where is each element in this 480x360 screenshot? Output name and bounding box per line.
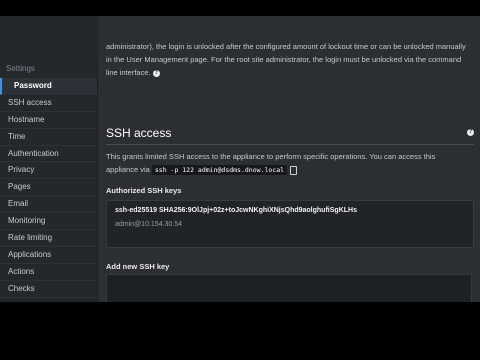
sidebar-item-pages[interactable]: Pages <box>0 179 97 197</box>
ssh-key-user: admin@10.154.30.54 <box>115 221 183 228</box>
add-key-label: Add new SSH key <box>106 262 170 271</box>
sidebar-item-password[interactable]: Password <box>0 78 97 95</box>
letterbox-top <box>0 0 480 16</box>
ssh-key-fingerprint: ssh-ed25519 SHA256:9OlJpj+02z+toJcwNKghi… <box>115 207 357 214</box>
sidebar-item-monitoring[interactable]: Monitoring <box>0 213 97 231</box>
letterbox-bottom <box>0 302 480 360</box>
sidebar-item-email[interactable]: Email <box>0 196 97 214</box>
settings-content: administrator), the login is unlocked af… <box>98 16 480 316</box>
sidebar-nav: Password SSH access Hostname Time Authen… <box>0 78 97 315</box>
sidebar-item-time[interactable]: Time <box>0 129 97 146</box>
section-divider <box>106 144 474 145</box>
sidebar-item-hostname[interactable]: Hostname <box>0 112 97 129</box>
password-intro: administrator), the login is unlocked af… <box>106 40 472 79</box>
help-icon[interactable]: ? <box>152 69 160 77</box>
authorized-key-item: ssh-ed25519 SHA256:9OlJpj+02z+toJcwNKghi… <box>106 200 474 248</box>
sidebar-item-checks[interactable]: Checks <box>0 281 97 298</box>
authorized-keys-label: Authorized SSH keys <box>106 186 182 195</box>
password-intro-text: administrator), the login is unlocked af… <box>106 42 466 77</box>
sidebar-item-privacy[interactable]: Privacy <box>0 162 97 180</box>
clipboard-icon[interactable] <box>290 165 298 175</box>
sidebar-item-actions[interactable]: Actions <box>0 264 97 281</box>
ssh-command: ssh -p 122 admin@dsdms.dnow.local <box>151 165 288 175</box>
sidebar-item-applications[interactable]: Applications <box>0 247 97 264</box>
ssh-section-title: SSH access <box>106 126 172 140</box>
sidebar-heading: Settings <box>6 64 35 73</box>
ssh-description: This grants limited SSH access to the ap… <box>106 150 466 177</box>
settings-page: Settings Password SSH access Hostname Ti… <box>0 0 480 360</box>
settings-sidebar: Settings Password SSH access Hostname Ti… <box>0 58 98 315</box>
sidebar-item-authentication[interactable]: Authentication <box>0 146 97 163</box>
help-icon[interactable]: ? <box>467 129 474 136</box>
sidebar-item-rate-limiting[interactable]: Rate limiting <box>0 230 97 247</box>
sidebar-item-ssh-access[interactable]: SSH access <box>0 95 97 112</box>
